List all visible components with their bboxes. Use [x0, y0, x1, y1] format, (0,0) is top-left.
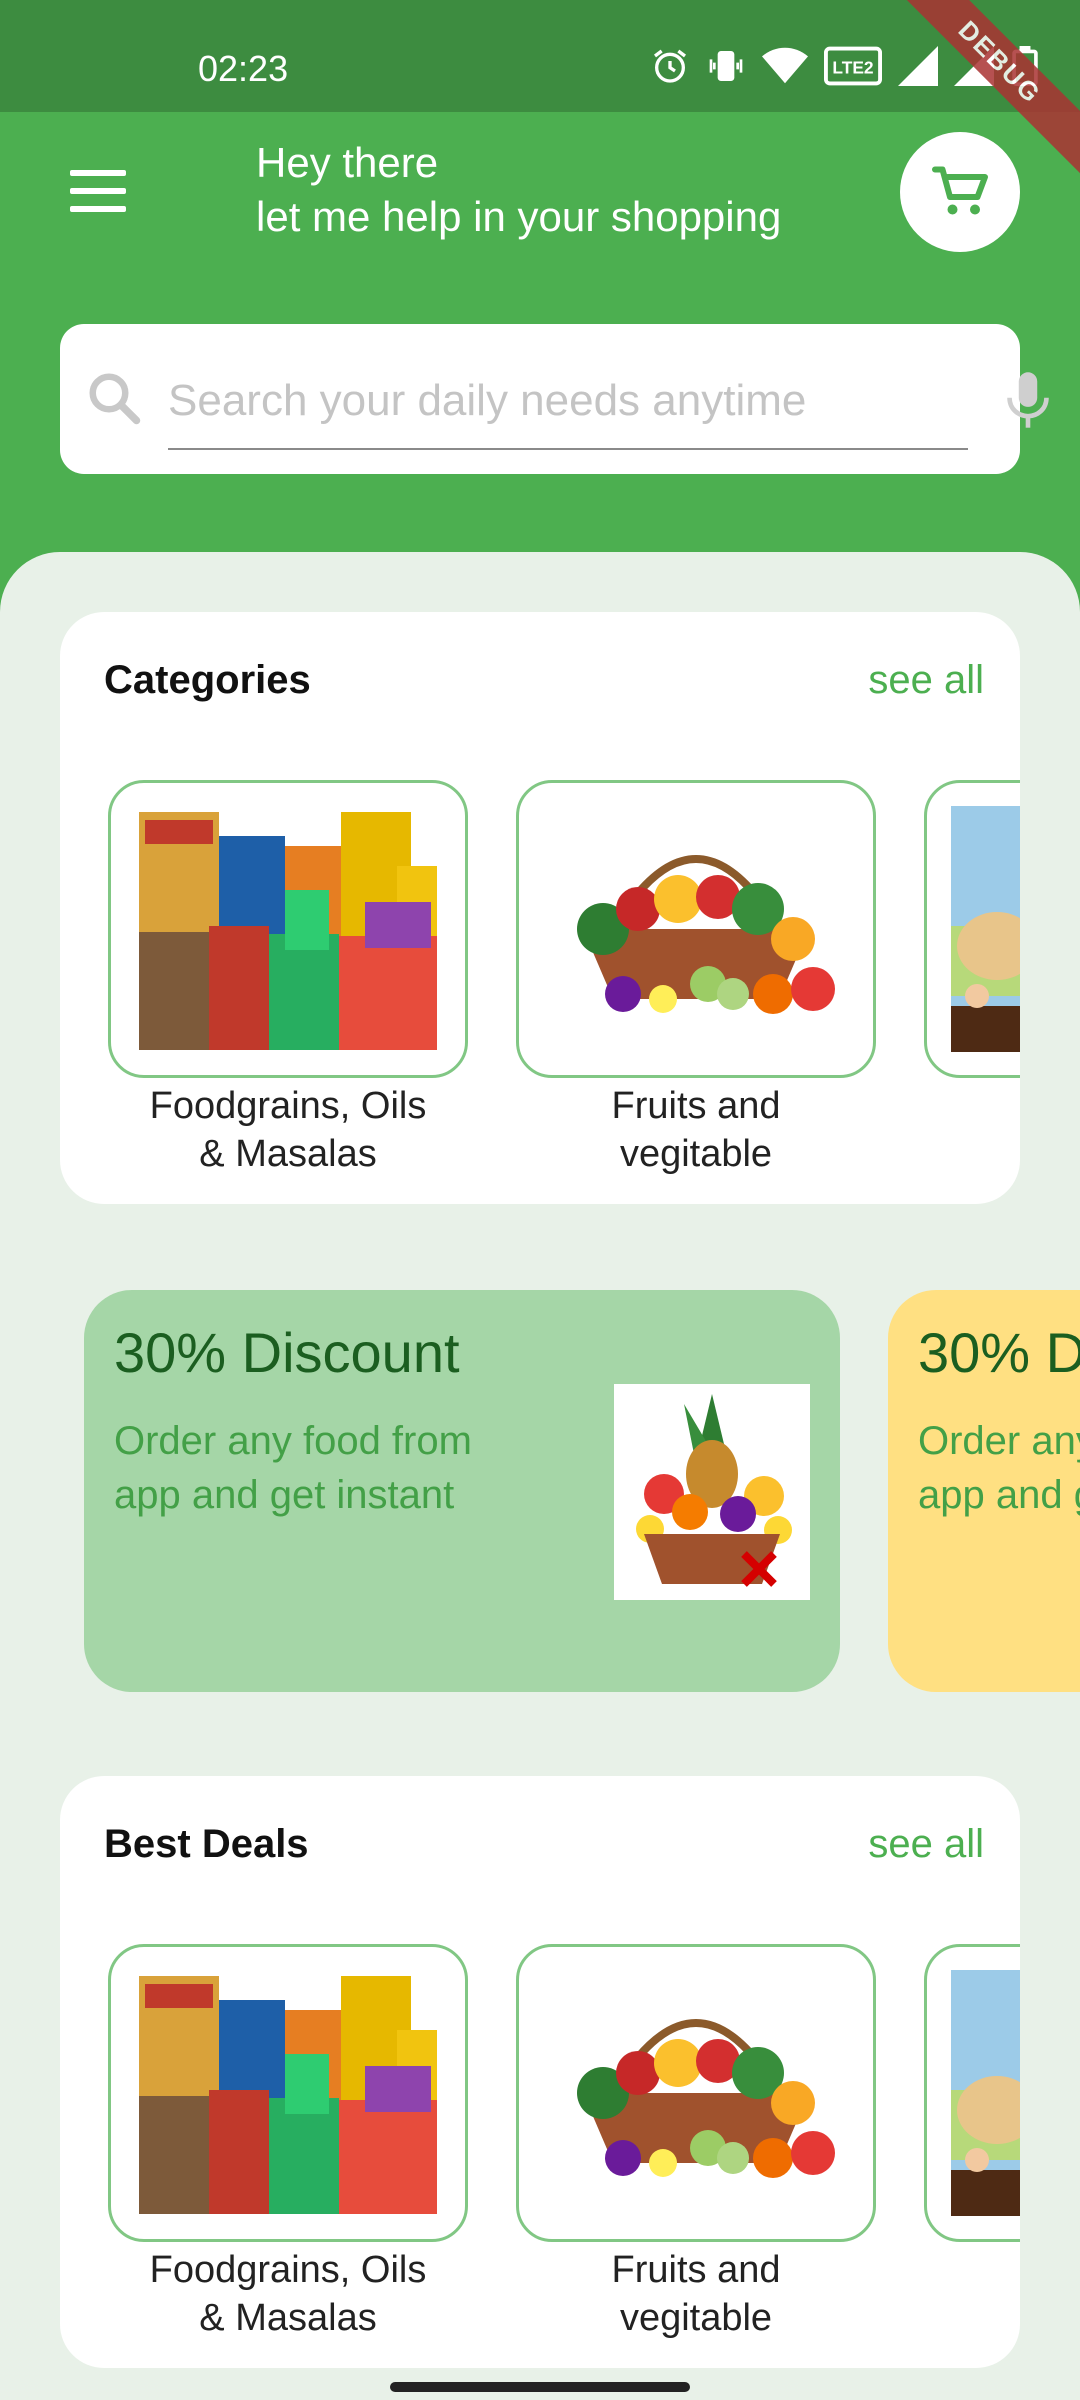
fruits-image — [516, 1944, 876, 2242]
categories-see-all-link[interactable]: see all — [868, 658, 984, 703]
greeting-line2: let me help in your shopping — [256, 193, 782, 240]
wifi-icon — [762, 47, 808, 84]
search-box — [60, 324, 1049, 474]
category-label: Fruits and vegitable — [516, 1082, 876, 1178]
grocery-products-image — [135, 806, 441, 1052]
bakery-image-graphic — [951, 1970, 1020, 2216]
category-tile-foodgrains[interactable]: Foodgrains, Oils & Masalas — [108, 780, 468, 1178]
menu-icon-bar — [70, 206, 126, 212]
deal-label: Fruits and vegitable — [516, 2246, 876, 2342]
category-tile-fruits[interactable]: Fruits and vegitable — [516, 780, 876, 1178]
greeting: Hey there let me help in your shopping — [256, 136, 781, 244]
grocery-products-image — [135, 1970, 441, 2216]
fruits-image — [516, 780, 876, 1078]
fruit-basket-image — [543, 819, 849, 1039]
header: Hey there let me help in your shopping — [0, 112, 1080, 552]
mic-icon[interactable] — [1000, 370, 1056, 430]
search-input[interactable] — [168, 354, 968, 450]
bakery-image-graphic — [951, 806, 1020, 1052]
categories-card: Categories see all Foodgrains, Oils & Ma… — [60, 612, 1020, 1204]
cart-icon — [932, 166, 988, 215]
cart-button[interactable] — [900, 132, 1020, 252]
bakery-image — [924, 780, 1020, 1078]
category-label-line2: vegitable — [619, 1133, 773, 1175]
promo-banner[interactable]: 30% Discount Order any food from app and… — [888, 1290, 1080, 1692]
svg-text:LTE2: LTE2 — [832, 58, 873, 78]
promo-title: 30% Discount — [114, 1321, 460, 1384]
menu-icon — [70, 170, 126, 176]
deal-tile-bakery[interactable] — [924, 1944, 1020, 2242]
foodgrains-image — [108, 780, 468, 1078]
promo-title: 30% Discount — [918, 1321, 1080, 1384]
promo-description-line1: Order any food from — [918, 1419, 1080, 1463]
deal-label-line1: Foodgrains, Oils — [149, 2249, 427, 2291]
promo-description-line2: app and get instant — [918, 1473, 1080, 1517]
content-area: Categories see all Foodgrains, Oils & Ma… — [0, 552, 1080, 2400]
menu-icon-bar — [70, 188, 126, 194]
greeting-line1: Hey there — [256, 139, 439, 186]
categories-title: Categories — [104, 658, 311, 702]
fruit-basket-image — [543, 1983, 849, 2203]
vibrate-icon — [709, 51, 743, 81]
deal-label: Foodgrains, Oils & Masalas — [108, 2246, 468, 2342]
promo-description: Order any food from app and get instant — [918, 1414, 1080, 1522]
bakery-image — [924, 1944, 1020, 2242]
best-deals-card: Best Deals see all Foodgrains, Oils & Ma… — [60, 1776, 1020, 2368]
promo-banner[interactable]: 30% Discount Order any food from app and… — [84, 1290, 840, 1692]
fruit-basket-promo-image — [614, 1384, 810, 1600]
status-bar: 02:23 LTE2 DEBUG — [0, 0, 1080, 184]
deal-label-line2: & Masalas — [199, 2297, 377, 2339]
deal-label-line2: vegitable — [619, 2297, 773, 2339]
deal-tile-foodgrains[interactable]: Foodgrains, Oils & Masalas — [108, 1944, 468, 2342]
category-label-line2: & Masalas — [199, 1133, 377, 1175]
search-icon — [89, 373, 141, 425]
menu-button[interactable] — [70, 170, 134, 226]
signal-icon — [898, 46, 938, 86]
best-deals-title: Best Deals — [104, 1822, 309, 1866]
promo-description-line1: Order any food from — [114, 1419, 472, 1463]
deal-label-line1: Fruits and — [611, 2249, 781, 2291]
volte-icon: LTE2 — [824, 46, 882, 86]
category-label-line1: Fruits and — [611, 1085, 781, 1127]
deal-tile-fruits[interactable]: Fruits and vegitable — [516, 1944, 876, 2342]
best-deals-see-all-link[interactable]: see all — [868, 1822, 984, 1867]
promo-description: Order any food from app and get instant — [114, 1414, 472, 1522]
category-label-line1: Foodgrains, Oils — [149, 1085, 427, 1127]
foodgrains-image — [108, 1944, 468, 2242]
status-time: 02:23 — [198, 48, 289, 89]
category-tile-bakery[interactable] — [924, 780, 1020, 1078]
category-label: Foodgrains, Oils & Masalas — [108, 1082, 468, 1178]
home-indicator[interactable] — [390, 2382, 690, 2392]
alarm-icon — [654, 49, 686, 83]
promo-description-line2: app and get instant — [114, 1473, 455, 1517]
